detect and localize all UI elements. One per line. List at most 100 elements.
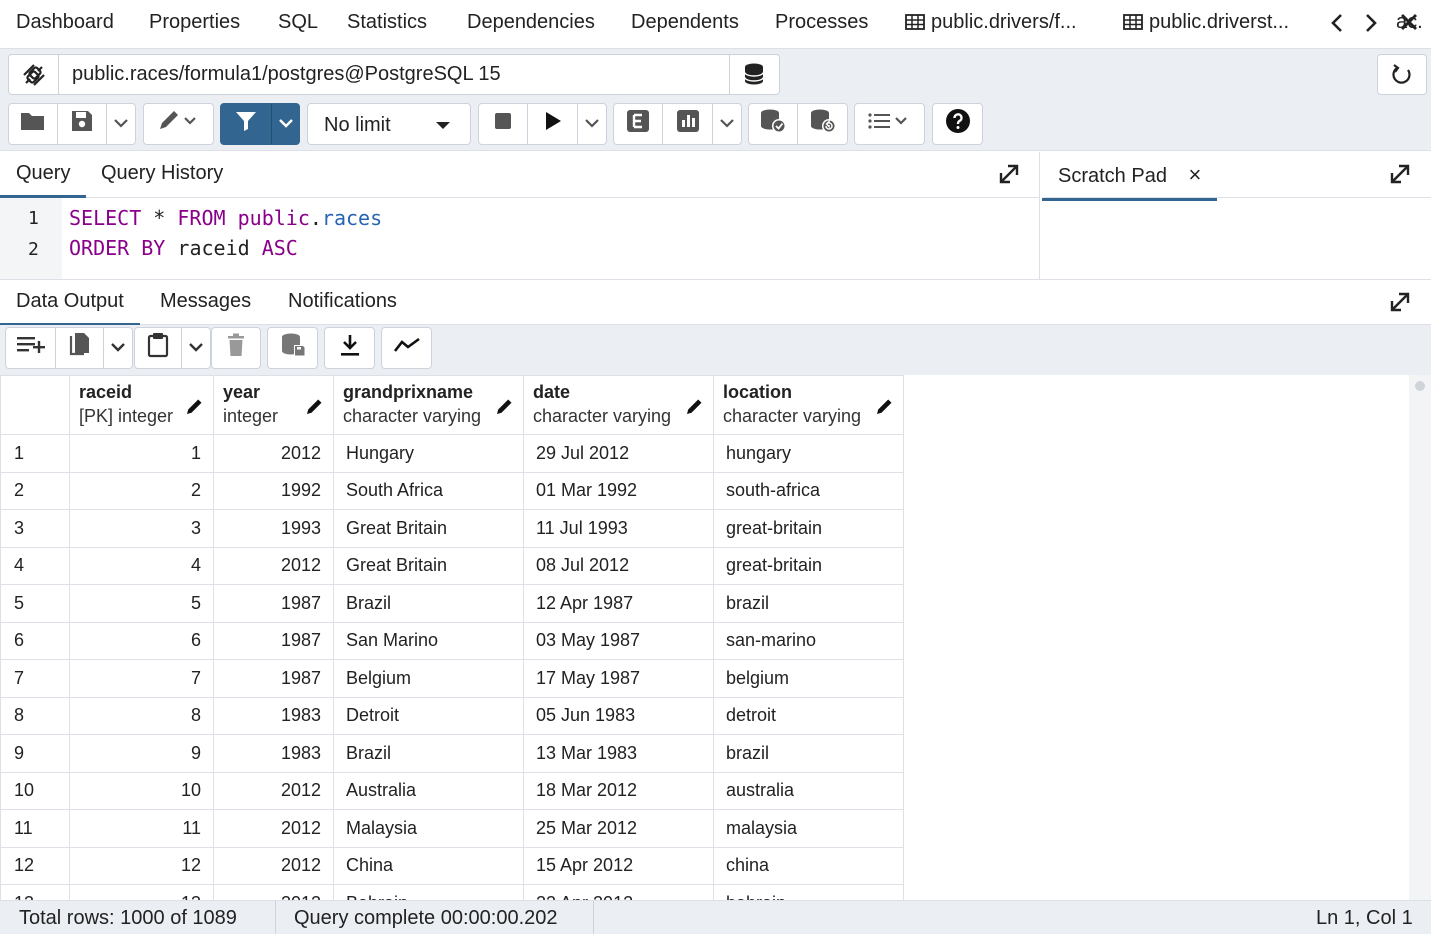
expand-icon[interactable] (998, 163, 1020, 185)
row-number-cell[interactable]: 3 (0, 509, 70, 548)
save-file-button[interactable] (57, 103, 107, 145)
table-row[interactable]: 4 4 2012 Great Britain 08 Jul 2012 great-brit… (0, 546, 904, 585)
cell-grandprixname[interactable]: China (333, 846, 524, 885)
row-number-cell[interactable]: 10 (0, 771, 70, 810)
column-header-location[interactable]: location character varying (713, 375, 904, 435)
row-number-cell[interactable]: 7 (0, 659, 70, 698)
edit-button[interactable] (143, 103, 214, 145)
cell-grandprixname[interactable]: Great Britain (333, 509, 524, 548)
cell-location[interactable]: brazil (713, 584, 904, 623)
cell-location[interactable]: malaysia (713, 809, 904, 848)
cell-grandprixname[interactable]: Hungary (333, 434, 524, 473)
tab-messages[interactable]: Messages (160, 290, 251, 313)
cell-date[interactable]: 29 Jul 2012 (523, 434, 714, 473)
expand-icon[interactable] (1389, 163, 1411, 185)
table-row[interactable]: 8 8 1983 Detroit 05 Jun 1983 detroit (0, 696, 904, 735)
pencil-icon[interactable] (686, 397, 704, 421)
tab-dashboard[interactable]: Dashboard (16, 11, 114, 34)
pencil-icon[interactable] (876, 397, 894, 421)
execute-options-dropdown[interactable] (577, 103, 607, 145)
cell-raceid[interactable]: 2 (69, 471, 214, 510)
cell-grandprixname[interactable]: Malaysia (333, 809, 524, 848)
cell-year[interactable]: 2012 (213, 809, 334, 848)
table-row[interactable]: 5 5 1987 Brazil 12 Apr 1987 brazil (0, 584, 904, 623)
cell-year[interactable]: 2012 (213, 771, 334, 810)
cell-location[interactable]: detroit (713, 696, 904, 735)
row-number-cell[interactable]: 11 (0, 809, 70, 848)
tab-dependencies[interactable]: Dependencies (467, 11, 595, 34)
cell-year[interactable]: 1983 (213, 734, 334, 773)
tab-data-output[interactable]: Data Output (0, 290, 140, 326)
row-number-cell[interactable]: 8 (0, 696, 70, 735)
cell-grandprixname[interactable]: Brazil (333, 734, 524, 773)
tab-query-history[interactable]: Query History (101, 162, 223, 185)
sql-editor[interactable]: 1 2 SELECT * FROM public.races ORDER BY … (0, 198, 1039, 279)
cell-date[interactable]: 25 Mar 2012 (523, 809, 714, 848)
expand-icon[interactable] (1389, 291, 1411, 313)
pencil-icon[interactable] (306, 397, 324, 421)
table-row[interactable]: 9 9 1983 Brazil 13 Mar 1983 brazil (0, 734, 904, 773)
scrollbar-thumb[interactable] (1415, 381, 1425, 391)
pencil-icon[interactable] (496, 397, 514, 421)
paste-button[interactable] (134, 327, 182, 369)
cell-date[interactable]: 22 Apr 2012 (523, 884, 714, 900)
table-row[interactable]: 12 12 2012 China 15 Apr 2012 china (0, 846, 904, 885)
tab-query[interactable]: Query (0, 162, 88, 198)
commit-button[interactable] (748, 103, 798, 145)
row-number-header[interactable] (0, 375, 70, 435)
paste-options-dropdown[interactable] (181, 327, 211, 369)
cell-date[interactable]: 08 Jul 2012 (523, 546, 714, 585)
filter-dropdown[interactable] (271, 103, 300, 145)
cell-year[interactable]: 1987 (213, 584, 334, 623)
tab-statistics[interactable]: Statistics (347, 11, 427, 34)
cell-grandprixname[interactable]: Australia (333, 771, 524, 810)
table-row[interactable]: 11 11 2012 Malaysia 25 Mar 2012 malaysia (0, 809, 904, 848)
download-button[interactable] (324, 327, 375, 369)
table-row[interactable]: 7 7 1987 Belgium 17 May 1987 belgium (0, 659, 904, 698)
table-row[interactable]: 1 1 2012 Hungary 29 Jul 2012 hungary (0, 434, 904, 473)
cell-raceid[interactable]: 13 (69, 884, 214, 900)
chevron-right-icon[interactable] (1361, 10, 1381, 42)
cell-date[interactable]: 17 May 1987 (523, 659, 714, 698)
cell-year[interactable]: 2012 (213, 434, 334, 473)
cell-grandprixname[interactable]: Brazil (333, 584, 524, 623)
save-data-button[interactable] (267, 327, 318, 369)
cell-raceid[interactable]: 5 (69, 584, 214, 623)
cell-raceid[interactable]: 4 (69, 546, 214, 585)
cell-grandprixname[interactable]: Bahrain (333, 884, 524, 900)
cell-raceid[interactable]: 9 (69, 734, 214, 773)
connection-status-icon[interactable] (9, 55, 59, 94)
row-number-cell[interactable]: 4 (0, 546, 70, 585)
cell-raceid[interactable]: 10 (69, 771, 214, 810)
tab-scratch-pad[interactable]: Scratch Pad × (1041, 162, 1218, 201)
explain-options-dropdown[interactable] (712, 103, 742, 145)
table-row[interactable]: 6 6 1987 San Marino 03 May 1987 san-marino (0, 621, 904, 660)
cell-date[interactable]: 13 Mar 1983 (523, 734, 714, 773)
stop-button[interactable] (478, 103, 528, 145)
chevron-left-icon[interactable] (1327, 10, 1347, 42)
cell-raceid[interactable]: 1 (69, 434, 214, 473)
database-icon[interactable] (729, 55, 779, 94)
tab-sql[interactable]: SQL (278, 11, 318, 34)
refresh-icon[interactable] (1377, 54, 1427, 95)
close-icon[interactable]: × (1189, 162, 1202, 187)
cell-year[interactable]: 1987 (213, 659, 334, 698)
tab-processes[interactable]: Processes (775, 11, 868, 34)
row-number-cell[interactable]: 9 (0, 734, 70, 773)
cell-raceid[interactable]: 12 (69, 846, 214, 885)
delete-row-button[interactable] (211, 327, 261, 369)
column-header-date[interactable]: date character varying (523, 375, 714, 435)
table-row[interactable]: 13132012Bahrain22 Apr 2012bahrain (0, 884, 904, 900)
execute-button[interactable] (527, 103, 578, 145)
cell-grandprixname[interactable]: San Marino (333, 621, 524, 660)
column-header-year[interactable]: year integer (213, 375, 334, 435)
cell-location[interactable]: great-britain (713, 509, 904, 548)
cell-year[interactable]: 1983 (213, 696, 334, 735)
cell-date[interactable]: 11 Jul 1993 (523, 509, 714, 548)
cell-raceid[interactable]: 8 (69, 696, 214, 735)
help-button[interactable] (932, 103, 983, 145)
tab-dependents[interactable]: Dependents (631, 11, 739, 34)
cell-location[interactable]: san-marino (713, 621, 904, 660)
table-row[interactable]: 10 10 2012 Australia 18 Mar 2012 australia (0, 771, 904, 810)
graph-visualiser-button[interactable] (381, 327, 432, 369)
